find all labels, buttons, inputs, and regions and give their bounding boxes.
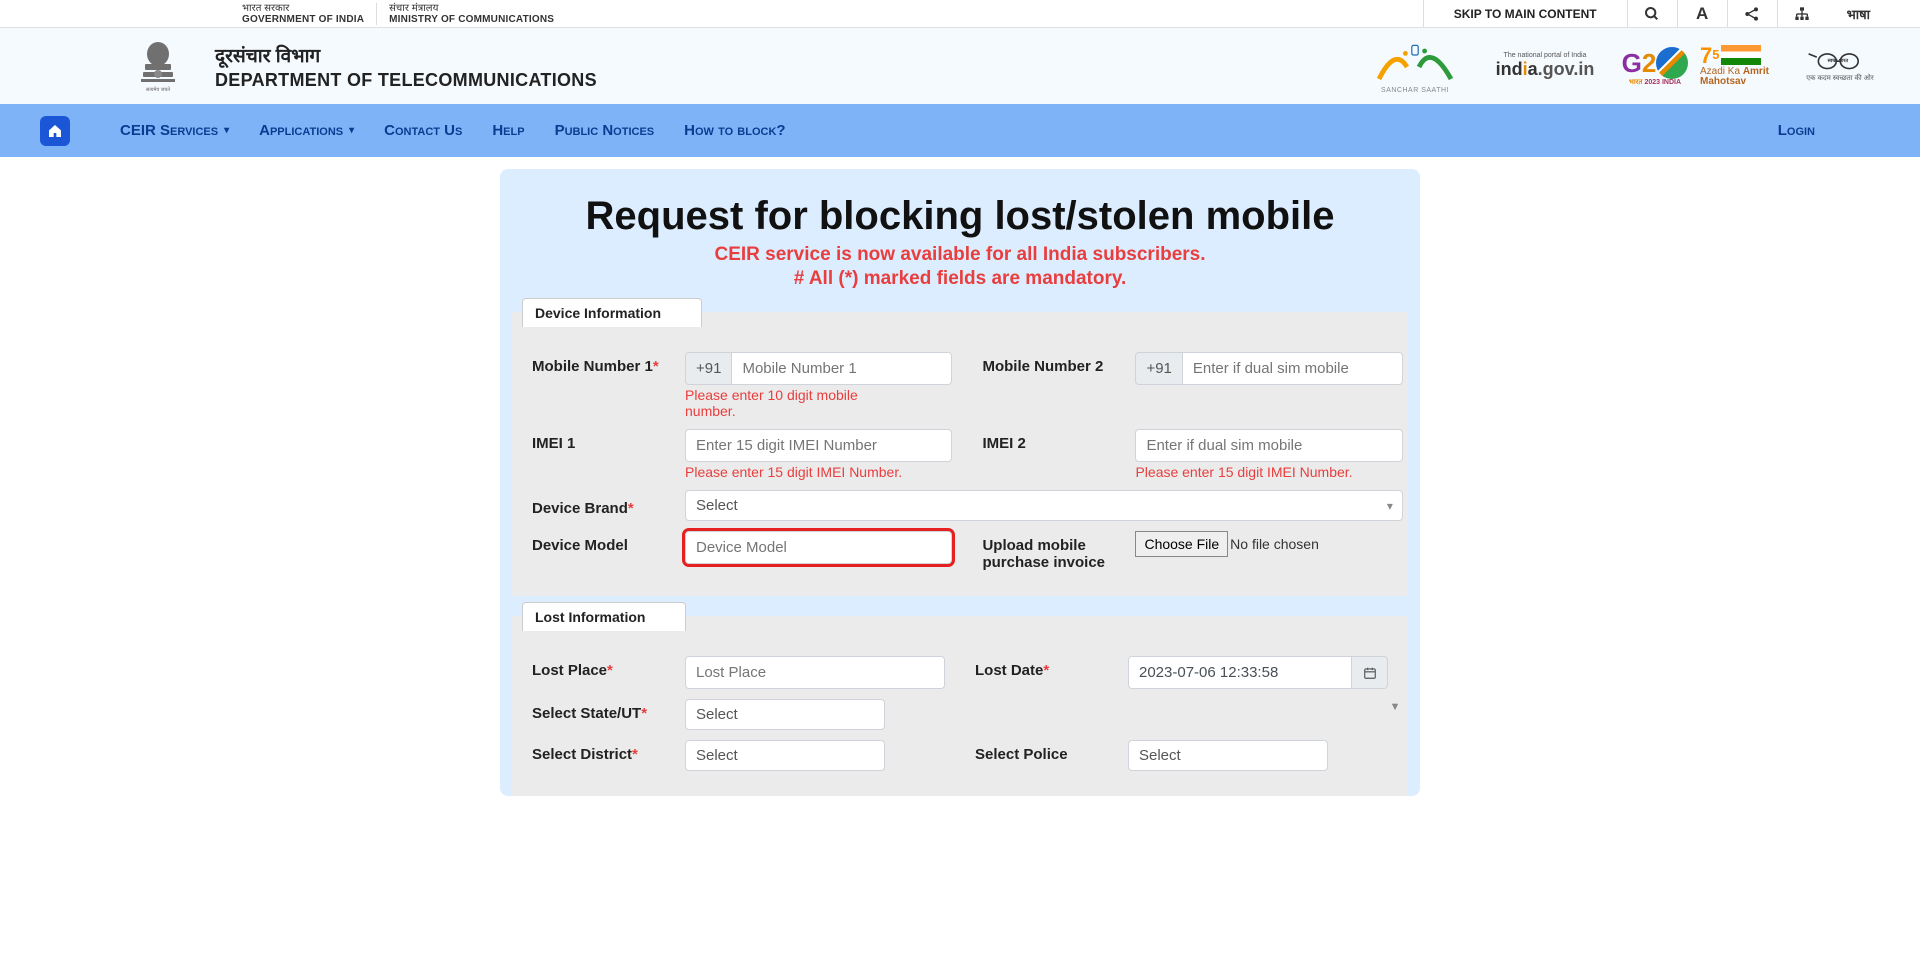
imei-2-label: IMEI 2 — [982, 429, 1127, 452]
skip-to-main-link[interactable]: SKIP TO MAIN CONTENT — [1423, 0, 1627, 27]
nav-how-to-block[interactable]: How to block? — [669, 122, 800, 139]
device-brand-label: Device Brand* — [532, 494, 677, 517]
chevron-down-icon: ▾ — [224, 125, 229, 136]
nav-ceir-services[interactable]: CEIR Services▾ — [105, 122, 244, 139]
share-icon[interactable] — [1727, 0, 1777, 27]
svg-text:सत्यमेव जयते: सत्यमेव जयते — [145, 86, 169, 93]
mobile-2-prefix: +91 — [1135, 352, 1181, 385]
sanchar-saathi-logo[interactable]: SANCHAR SAATHI — [1350, 37, 1480, 95]
select-district-row: Select District* Select — [532, 740, 945, 771]
lost-place-input[interactable] — [685, 656, 945, 689]
mobile-1-error: Please enter 10 digit mobile number. — [685, 387, 885, 419]
g20-logo[interactable]: G2 भारत 2023 INDIA — [1610, 37, 1700, 95]
lost-info-legend: Lost Information — [522, 602, 686, 631]
nav-public-notices[interactable]: Public Notices — [540, 122, 670, 139]
mobile-1-prefix: +91 — [685, 352, 731, 385]
saathi-label: SANCHAR SAATHI — [1381, 87, 1449, 94]
select-police-row: Select Police Select — [975, 740, 1388, 771]
nav-contact-us[interactable]: Contact Us — [369, 122, 477, 139]
home-icon[interactable] — [40, 116, 70, 146]
upload-invoice-row: Upload mobile purchase invoice Choose Fi… — [982, 531, 1402, 571]
mobile-2-input[interactable] — [1182, 352, 1403, 385]
gov-hindi: भारत सरकार — [242, 3, 289, 14]
select-state-dropdown[interactable]: Select — [685, 699, 885, 730]
upload-invoice-label: Upload mobile purchase invoice — [982, 531, 1127, 571]
svg-text:स्वच्छ भारत: स्वच्छ भारत — [1827, 58, 1849, 64]
national-emblem-icon: सत्यमेव जयते — [135, 36, 180, 96]
login-link[interactable]: Login — [1778, 122, 1890, 139]
device-information-block: Device Information Mobile Number 1* +91 … — [512, 312, 1408, 596]
g20-sub: भारत 2023 INDIA — [1629, 79, 1681, 86]
imei-1-input[interactable] — [685, 429, 952, 462]
ministry-hindi: संचार मंत्रालय — [389, 3, 438, 14]
main-navbar: CEIR Services▾ Applications▾ Contact Us … — [0, 104, 1920, 157]
calendar-icon[interactable] — [1352, 656, 1388, 689]
device-model-label: Device Model — [532, 531, 677, 554]
select-police-dropdown[interactable]: Select — [1128, 740, 1328, 771]
page-title: Request for blocking lost/stolen mobile — [500, 194, 1420, 239]
dept-hindi: दूरसंचार विभाग — [215, 42, 597, 68]
gov-of-india-block: भारत सरकार GOVERNMENT OF INDIA — [230, 3, 376, 25]
device-model-row: Device Model — [532, 531, 952, 571]
search-icon[interactable] — [1627, 0, 1677, 27]
page-subtitle-1: CEIR service is now available for all In… — [500, 244, 1420, 266]
dept-eng: DEPARTMENT OF TELECOMMUNICATIONS — [215, 70, 597, 91]
mobile-1-label: Mobile Number 1* — [532, 352, 677, 375]
lost-date-input[interactable] — [1128, 656, 1352, 689]
mobile-1-row: Mobile Number 1* +91 Please enter 10 dig… — [532, 352, 952, 419]
swbharat-tag: एक कदम स्वच्छता की ओर — [1806, 74, 1873, 83]
lost-place-label: Lost Place* — [532, 656, 677, 679]
choose-file-button[interactable]: Choose File — [1135, 531, 1228, 557]
device-brand-select[interactable]: Select — [685, 490, 1403, 521]
mobile-1-input[interactable] — [731, 352, 952, 385]
imei-2-input[interactable] — [1135, 429, 1402, 462]
mobile-2-label: Mobile Number 2 — [982, 352, 1127, 375]
imei-2-error: Please enter 15 digit IMEI Number. — [1135, 464, 1402, 480]
lost-date-label: Lost Date* — [975, 656, 1120, 679]
main-form-container: Request for blocking lost/stolen mobile … — [500, 169, 1420, 796]
sitemap-icon[interactable] — [1777, 0, 1827, 27]
imei-1-label: IMEI 1 — [532, 429, 677, 452]
site-header: सत्यमेव जयते दूरसंचार विभाग DEPARTMENT O… — [0, 28, 1920, 104]
device-brand-row: Device Brand* Select — [532, 490, 1403, 521]
select-police-label: Select Police — [975, 740, 1120, 763]
imei-1-error: Please enter 15 digit IMEI Number. — [685, 464, 952, 480]
imei-2-row: IMEI 2 Please enter 15 digit IMEI Number… — [982, 429, 1402, 480]
india-gov-logo[interactable]: The national portal of India india.gov.i… — [1480, 37, 1610, 95]
select-state-label: Select State/UT* — [532, 699, 677, 722]
device-model-input[interactable] — [685, 531, 952, 564]
ministry-eng: MINISTRY OF COMMUNICATIONS — [389, 14, 554, 25]
language-selector[interactable]: भाषा — [1827, 5, 1890, 23]
gov-labels: भारत सरकार GOVERNMENT OF INDIA संचार मंत… — [230, 3, 566, 25]
page-subtitle-2: # All (*) marked fields are mandatory. — [500, 268, 1420, 290]
dept-title: दूरसंचार विभाग DEPARTMENT OF TELECOMMUNI… — [215, 42, 597, 91]
nav-applications[interactable]: Applications▾ — [244, 122, 369, 139]
nav-help[interactable]: Help — [477, 122, 539, 139]
imei-1-row: IMEI 1 Please enter 15 digit IMEI Number… — [532, 429, 952, 480]
no-file-chosen-text: No file chosen — [1230, 536, 1319, 552]
swachh-bharat-logo[interactable]: स्वच्छ भारत एक कदम स्वच्छता की ओर — [1790, 37, 1890, 95]
device-info-legend: Device Information — [522, 298, 702, 327]
chevron-down-icon: ▾ — [349, 125, 354, 136]
mobile-2-row: Mobile Number 2 +91 — [982, 352, 1402, 419]
lost-information-block: Lost Information Lost Place* Lost Date* — [512, 616, 1408, 796]
gov-eng: GOVERNMENT OF INDIA — [242, 14, 364, 25]
top-bar: भारत सरकार GOVERNMENT OF INDIA संचार मंत… — [0, 0, 1920, 28]
select-district-dropdown[interactable]: Select — [685, 740, 885, 771]
lost-place-row: Lost Place* — [532, 656, 945, 689]
lost-date-row: Lost Date* — [975, 656, 1388, 689]
select-state-row: Select State/UT* Select — [532, 699, 945, 730]
azadi-amrit-logo[interactable]: 75 Azadi Ka Amrit Mahotsav — [1700, 37, 1790, 95]
font-size-icon[interactable]: A — [1677, 0, 1727, 27]
ministry-block: संचार मंत्रालय MINISTRY OF COMMUNICATION… — [376, 3, 566, 25]
select-district-label: Select District* — [532, 740, 677, 763]
